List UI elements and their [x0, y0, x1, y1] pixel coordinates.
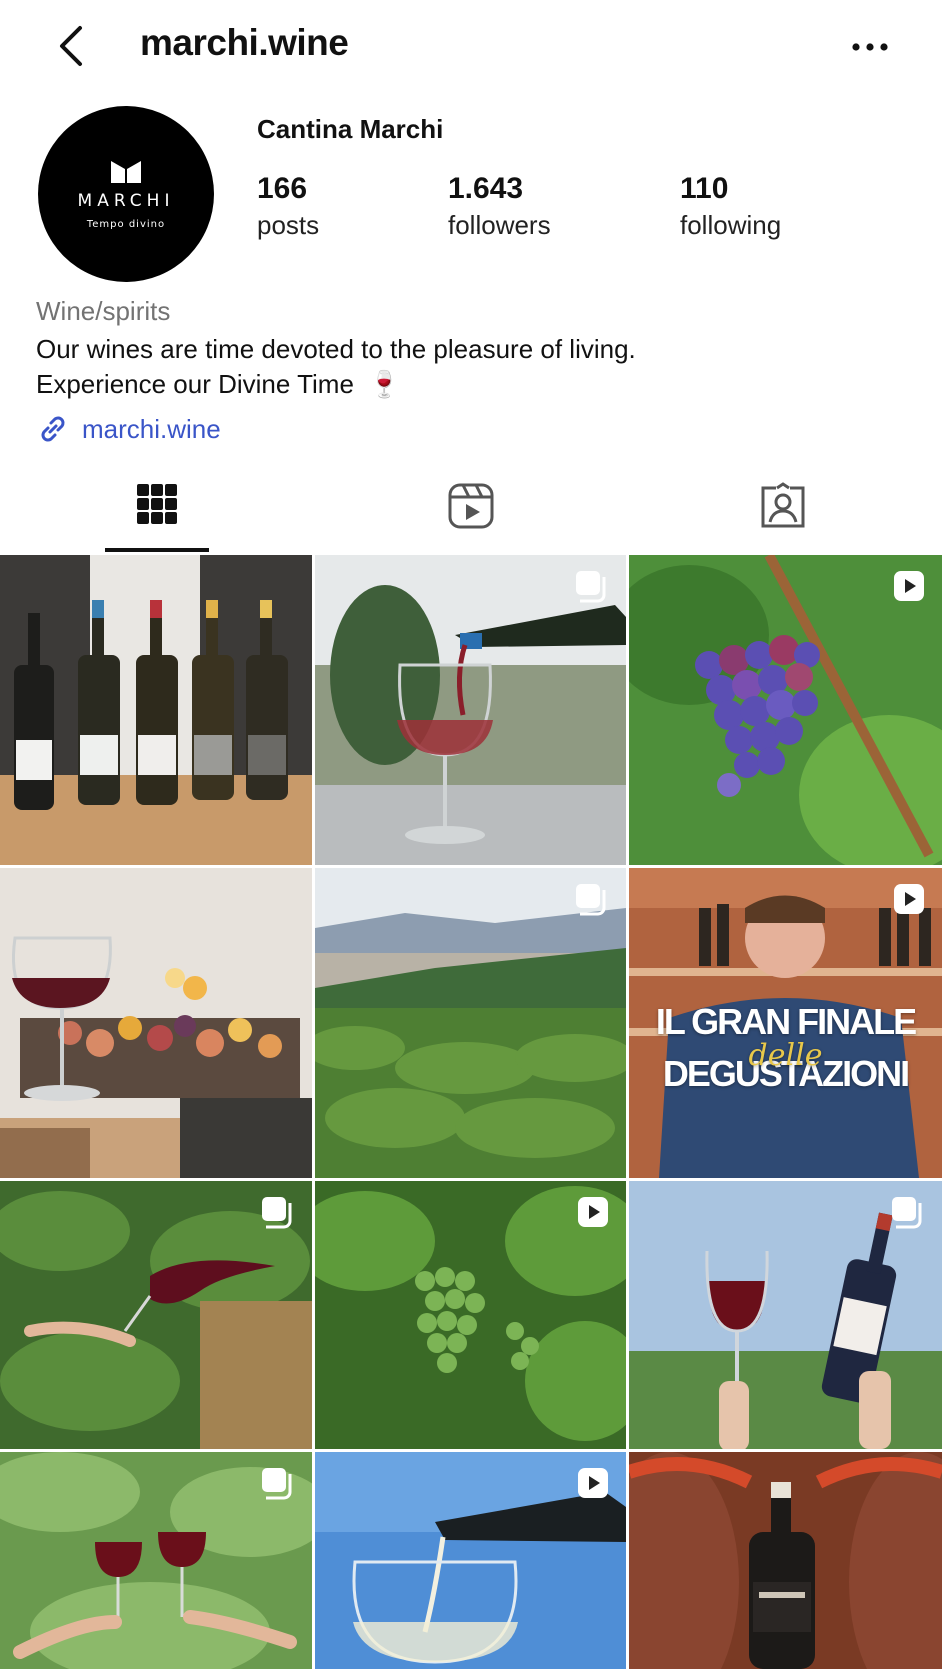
wine-bottles-lineup-image — [0, 555, 312, 865]
bio-line: Experience our Divine Time 🍷 — [36, 367, 636, 402]
back-arrow-icon[interactable] — [52, 22, 92, 70]
stat-following[interactable]: 110 following — [680, 172, 781, 241]
post-tile[interactable] — [315, 868, 626, 1178]
carousel-icon — [260, 1466, 296, 1505]
stat-posts[interactable]: 166 posts — [257, 172, 319, 241]
marchi-logo-icon — [111, 160, 141, 183]
profile-username: marchi.wine — [140, 22, 349, 63]
bio-line: Our wines are time devoted to the pleasu… — [36, 334, 636, 364]
profile-bio: Our wines are time devoted to the pleasu… — [36, 332, 636, 402]
overlay-script: delle — [748, 1038, 823, 1073]
reel-icon — [892, 882, 926, 921]
more-options-icon[interactable] — [848, 30, 892, 64]
carousel-icon — [890, 1195, 926, 1234]
video-overlay-caption: IL GRAN FINALE delle DEGUSTAZIONI — [629, 996, 942, 1100]
post-tile[interactable] — [629, 1452, 942, 1669]
wine-glass-emoji: 🍷 — [368, 369, 401, 399]
reel-icon — [576, 1466, 610, 1505]
profile-website-link[interactable]: marchi.wine — [36, 412, 221, 446]
carousel-icon — [260, 1195, 296, 1234]
post-tile[interactable] — [315, 1181, 626, 1449]
post-tile[interactable] — [0, 1452, 312, 1669]
post-tile[interactable] — [315, 1452, 626, 1669]
tab-posts-grid[interactable] — [52, 476, 262, 552]
stat-value: 110 — [680, 172, 729, 205]
stat-value: 1.643 — [448, 172, 524, 205]
posts-grid: IL GRAN FINALE delle DEGUSTAZIONI — [0, 555, 942, 1669]
stat-followers[interactable]: 1.643 followers — [448, 172, 551, 241]
grid-icon — [137, 484, 177, 524]
website-text: marchi.wine — [82, 413, 221, 444]
tagged-icon — [761, 482, 805, 528]
post-tile[interactable] — [629, 1181, 942, 1449]
carousel-icon — [574, 569, 610, 608]
avatar-brand: MARCHI — [77, 190, 175, 211]
stat-label: following — [680, 210, 782, 240]
post-tile[interactable] — [0, 1181, 312, 1449]
wine-and-charcuterie-image — [0, 868, 312, 1178]
carousel-icon — [574, 882, 610, 921]
profile-avatar[interactable]: MARCHI Tempo divino — [38, 106, 214, 282]
post-tile[interactable] — [629, 555, 942, 865]
post-tile[interactable] — [315, 555, 626, 865]
reel-icon — [576, 1195, 610, 1234]
post-tile[interactable] — [0, 555, 312, 865]
bottle-in-cellar-image — [629, 1452, 942, 1669]
top-bar: marchi.wine — [0, 0, 942, 92]
avatar-tagline: Tempo divino — [86, 218, 166, 230]
post-tile[interactable] — [0, 868, 312, 1178]
bio-line-text: Experience our Divine Time — [36, 369, 354, 399]
link-icon — [41, 416, 65, 442]
profile-category: Wine/spirits — [36, 296, 171, 326]
stat-label: followers — [448, 210, 551, 240]
profile-display-name: Cantina Marchi — [257, 114, 444, 144]
stat-label: posts — [257, 210, 320, 240]
reels-icon — [448, 483, 494, 529]
post-tile[interactable]: IL GRAN FINALE delle DEGUSTAZIONI — [629, 868, 942, 1178]
stat-value: 166 — [257, 172, 308, 205]
tab-reels[interactable] — [366, 476, 576, 552]
reel-icon — [892, 569, 926, 608]
tab-tagged[interactable] — [678, 476, 888, 552]
profile-tabs — [0, 476, 942, 552]
